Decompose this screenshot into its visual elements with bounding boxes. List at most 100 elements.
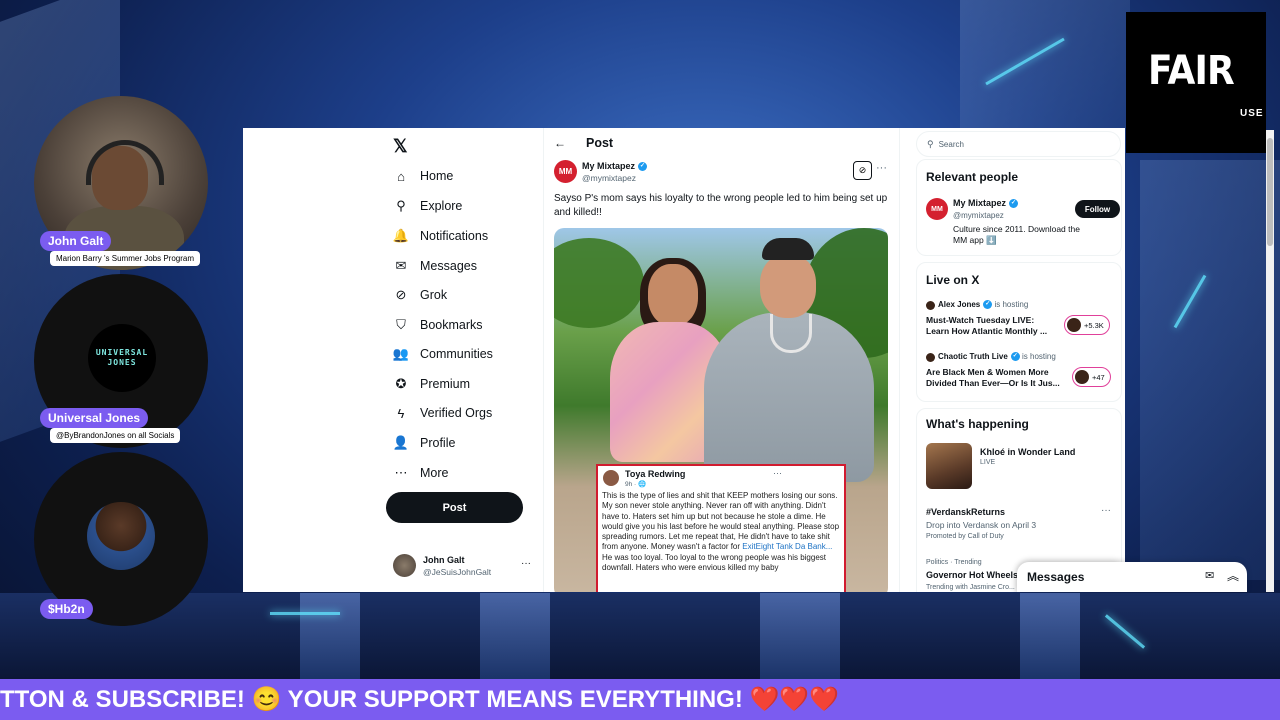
card-title: Relevant people [926, 170, 1019, 184]
post-button[interactable]: Post [386, 492, 523, 523]
bg-floor-panel [480, 593, 550, 679]
nav-label: Communities [420, 347, 493, 361]
live-title[interactable]: Must-Watch Tuesday LIVE: Learn How Atlan… [926, 315, 1056, 337]
quote-author: Toya Redwing [625, 469, 686, 479]
nav-item-profile[interactable]: 👤 Profile [392, 432, 456, 454]
nav-item-notifications[interactable]: 🔔 Notifications [393, 225, 488, 247]
grok-icon: ⊘ [395, 287, 407, 302]
bg-panel [1140, 160, 1280, 580]
quote-link: ExitEight Tank Da Bank... [742, 542, 833, 552]
right-sidebar: ⚲ Search Relevant people MM My Mixtapez ✓… [908, 128, 1125, 592]
compose-message-icon[interactable]: ✉ [1205, 569, 1214, 582]
trend-title[interactable]: Governor Hot Wheels [926, 570, 1018, 580]
person-name[interactable]: My Mixtapez ✓ [953, 198, 1019, 209]
participant-subtitle: Marion Barry 's Summer Jobs Program [50, 251, 201, 266]
promo-tag[interactable]: #VerdanskReturns [926, 507, 1005, 517]
person-icon: 👤 [392, 435, 410, 450]
logo-text: JONES [107, 358, 137, 367]
scrollbar[interactable] [1266, 130, 1274, 592]
scrollbar-thumb[interactable] [1267, 138, 1273, 246]
avatar [393, 554, 416, 577]
bell-icon: 🔔 [392, 228, 410, 243]
participant-name: John Galt [40, 231, 112, 251]
nav-item-bookmarks[interactable]: ⛉ Bookmarks [393, 314, 483, 336]
fair-use-text: FAIR [1148, 48, 1235, 94]
live-listeners-pill[interactable]: +5.3K [1064, 315, 1110, 335]
avatar [87, 502, 155, 570]
quote-time: 9h · 🌐 [625, 481, 647, 488]
live-badge: LIVE [980, 459, 996, 466]
avatar[interactable]: MM [926, 198, 948, 220]
nav-item-premium[interactable]: ✪ Premium [393, 373, 470, 395]
nav-item-explore[interactable]: ⚲ Explore [393, 195, 462, 217]
author-name-text: My Mixtapez [582, 161, 636, 171]
author-name[interactable]: My Mixtapez ✓ [582, 161, 648, 172]
live-listeners-pill[interactable]: +47 [1072, 367, 1111, 387]
trend-category: Politics · Trending [926, 559, 982, 566]
fair-use-badge: FAIR USE [1126, 12, 1266, 153]
search-input[interactable]: ⚲ Search [916, 131, 1121, 157]
nav-item-home[interactable]: ⌂ Home [393, 165, 453, 187]
communities-icon: 👥 [392, 346, 410, 361]
search-icon: ⚲ [927, 138, 934, 149]
live-host-name: Alex Jones [938, 300, 981, 309]
account-name: John Galt [423, 555, 465, 565]
account-handle: @JeSuisJohnGalt [423, 567, 492, 577]
live-status: is hosting [994, 300, 1029, 309]
bg-streak [270, 612, 340, 615]
back-arrow-icon[interactable]: ← [554, 136, 566, 150]
bg-floor-panel [300, 593, 360, 679]
person-name-text: My Mixtapez [953, 198, 1007, 208]
card-title: What's happening [926, 417, 1029, 431]
trend-thumbnail[interactable] [926, 443, 972, 489]
avatar [926, 353, 935, 362]
listener-count: +5.3K [1084, 320, 1104, 330]
live-host[interactable]: Chaotic Truth Live ✓ is hosting [938, 352, 1056, 362]
messages-drawer-wide[interactable]: Messages ✉ ︽ [1017, 562, 1247, 592]
lightning-icon: ϟ [397, 405, 405, 421]
account-switcher[interactable]: John Galt @JeSuisJohnGalt ··· [393, 554, 533, 582]
more-icon[interactable]: ··· [876, 162, 887, 174]
nav-item-grok[interactable]: ⊘ Grok [393, 284, 448, 306]
verified-icon: ✓ [1010, 352, 1020, 362]
nav-label: Premium [420, 377, 471, 391]
live-title[interactable]: Are Black Men & Women More Divided Than … [926, 367, 1066, 389]
x-window: 𝕏 ⌂ Home ⚲ Explore 🔔 Notifications ✉ Mes… [243, 128, 1125, 592]
quote-body: This is the type of lies and shit that K… [602, 491, 840, 573]
nav-label: More [420, 466, 449, 480]
bg-floor [0, 593, 1280, 679]
more-circle-icon: ⋯ [394, 465, 408, 480]
premium-icon: ✪ [395, 376, 407, 391]
more-icon[interactable]: ··· [521, 558, 531, 569]
trend-title[interactable]: Khloé in Wonder Land [980, 447, 1075, 457]
chain [770, 314, 812, 353]
grok-explain-icon[interactable]: ⊘ [853, 161, 872, 180]
verified-icon: ✓ [1009, 199, 1019, 209]
left-nav: 𝕏 ⌂ Home ⚲ Explore 🔔 Notifications ✉ Mes… [243, 128, 543, 592]
nav-item-communities[interactable]: 👥 Communities [393, 343, 493, 365]
page-title: Post [586, 136, 614, 150]
quoted-facebook-post: Toya Redwing 9h · 🌐 ··· This is the type… [596, 464, 846, 592]
fair-use-small-text: USE [1240, 108, 1264, 119]
nav-item-messages[interactable]: ✉ Messages [393, 255, 477, 277]
live-host[interactable]: Alex Jones ✓ is hosting [938, 300, 1029, 310]
avatar [603, 470, 619, 486]
ticker-text: TTON & SUBSCRIBE! 😊 YOUR SUPPORT MEANS E… [0, 686, 840, 713]
author-avatar[interactable]: MM [554, 160, 577, 183]
more-icon[interactable]: ··· [1101, 505, 1111, 516]
nav-label: Bookmarks [420, 318, 483, 332]
chevron-up-icon[interactable]: ︽ [1227, 567, 1239, 584]
subscribe-ticker: TTON & SUBSCRIBE! 😊 YOUR SUPPORT MEANS E… [0, 679, 1280, 720]
cap [762, 238, 814, 260]
participant-subtitle: @ByBrandonJones on all Socials [50, 428, 181, 443]
follow-button[interactable]: Follow [1075, 200, 1120, 218]
author-handle[interactable]: @mymixtapez [582, 173, 636, 183]
trend-sub: Trending with Jasmine Cro... [926, 584, 1015, 591]
nav-item-verified-orgs[interactable]: ϟ Verified Orgs [393, 402, 493, 424]
avatar [926, 301, 935, 310]
x-logo-icon[interactable]: 𝕏 [393, 136, 408, 157]
nav-item-more[interactable]: ⋯ More [393, 462, 449, 484]
post-image[interactable]: Toya Redwing 9h · 🌐 ··· This is the type… [554, 228, 888, 592]
head [648, 264, 698, 326]
headset [86, 140, 164, 185]
